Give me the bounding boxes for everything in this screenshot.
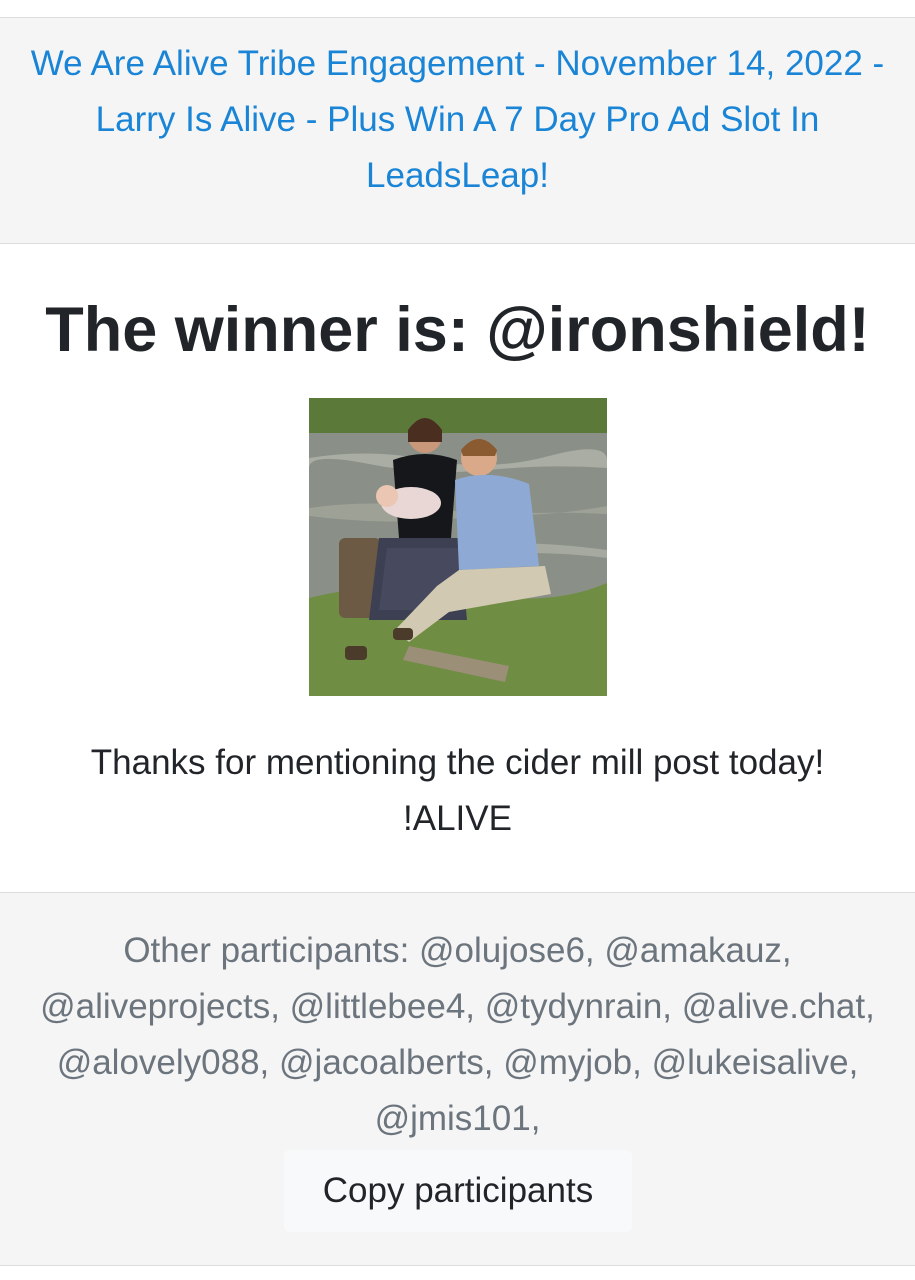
winner-photo (309, 398, 607, 696)
page: We Are Alive Tribe Engagement - November… (0, 0, 915, 1280)
copy-participants-button[interactable]: Copy participants (284, 1150, 632, 1232)
winner-heading: The winner is: @ironshield! (45, 295, 870, 365)
top-band (0, 0, 915, 17)
winner-message: Thanks for mentioning the cider mill pos… (20, 735, 895, 847)
alive-tag: !ALIVE (403, 799, 512, 838)
post-title-link[interactable]: We Are Alive Tribe Engagement - November… (20, 36, 895, 204)
photo-foliage (309, 398, 607, 438)
thanks-line: Thanks for mentioning the cider mill pos… (90, 743, 825, 782)
other-participants-list: Other participants: @olujose6, @amakauz,… (40, 931, 875, 1138)
